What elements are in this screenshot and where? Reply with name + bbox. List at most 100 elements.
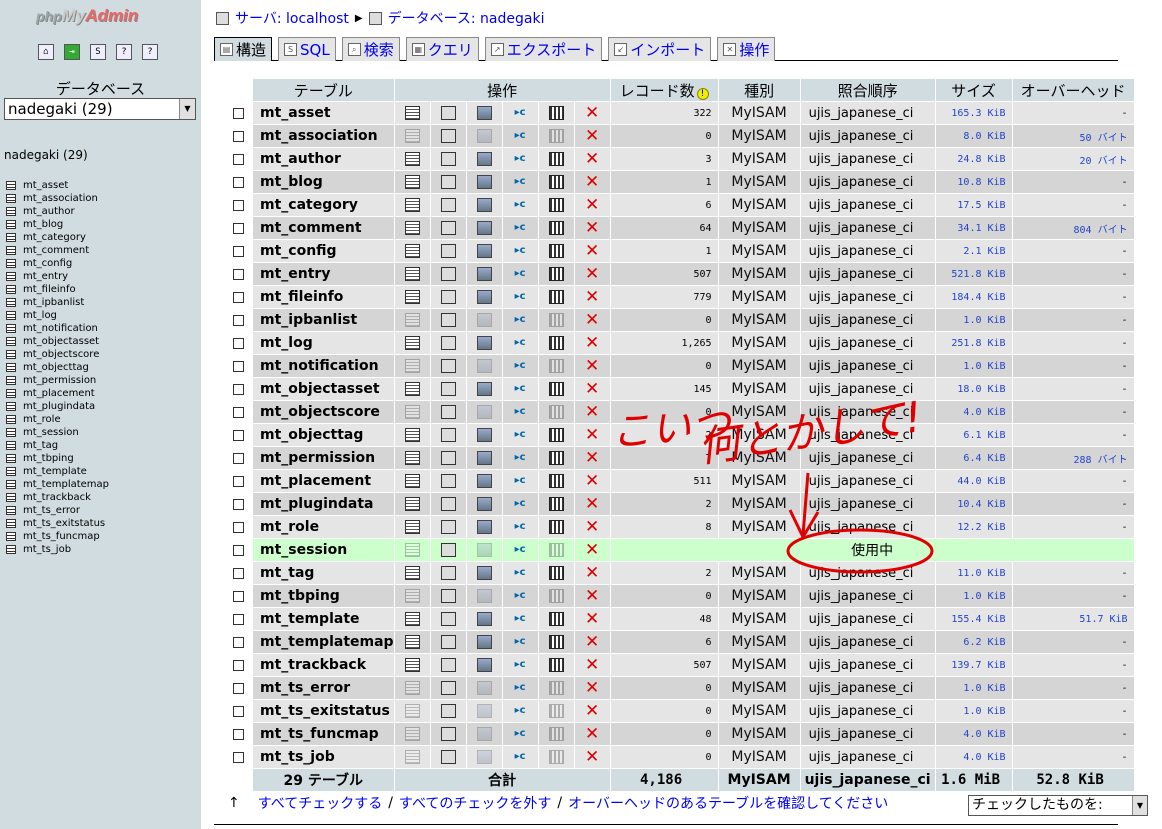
row-checkbox[interactable] xyxy=(232,245,244,257)
tab-export[interactable]: ↗ エクスポート xyxy=(484,37,603,61)
browse-icon[interactable] xyxy=(404,152,420,166)
search-icon[interactable] xyxy=(476,290,492,304)
structure-icon[interactable] xyxy=(440,267,456,281)
row-checkbox[interactable] xyxy=(232,337,244,349)
sidebar-table-item[interactable]: mt_notification xyxy=(6,322,109,335)
sidebar-table-label[interactable]: mt_notification xyxy=(23,322,98,335)
empty-icon[interactable] xyxy=(548,428,564,442)
sidebar-table-label[interactable]: mt_templatemap xyxy=(23,478,109,491)
sidebar-table-label[interactable]: mt_ts_exitstatus xyxy=(23,517,105,530)
insert-icon[interactable]: ▸c xyxy=(513,750,528,764)
insert-icon[interactable]: ▸c xyxy=(513,474,528,488)
structure-icon[interactable] xyxy=(440,635,456,649)
insert-icon[interactable]: ▸c xyxy=(513,129,528,143)
table-size[interactable]: 10.4 KiB xyxy=(935,493,1012,515)
table-overhead[interactable]: 288 バイト xyxy=(1012,447,1134,469)
row-checkbox[interactable] xyxy=(232,130,244,142)
row-checkbox[interactable] xyxy=(232,107,244,119)
drop-icon[interactable]: ✕ xyxy=(585,473,600,490)
row-checkbox[interactable] xyxy=(232,153,244,165)
sidebar-table-item[interactable]: mt_role xyxy=(6,413,109,426)
empty-icon[interactable] xyxy=(548,405,564,419)
sidebar-table-label[interactable]: mt_role xyxy=(23,413,61,426)
help-icon[interactable]: ? xyxy=(116,44,132,60)
table-size[interactable]: 184.4 KiB xyxy=(935,286,1012,308)
sidebar-table-label[interactable]: mt_objecttag xyxy=(23,361,89,374)
empty-icon[interactable] xyxy=(548,336,564,350)
structure-icon[interactable] xyxy=(440,313,456,327)
insert-icon[interactable]: ▸c xyxy=(513,336,528,350)
browse-icon[interactable] xyxy=(404,336,420,350)
check-overhead-link[interactable]: オーバーヘッドのあるテーブルを確認してください xyxy=(568,793,888,813)
structure-icon[interactable] xyxy=(440,727,456,741)
table-size[interactable]: 165.3 KiB xyxy=(935,102,1012,124)
structure-icon[interactable] xyxy=(440,244,456,258)
structure-icon[interactable] xyxy=(440,106,456,120)
table-name[interactable]: mt_comment xyxy=(253,217,394,239)
sidebar-table-label[interactable]: mt_tbping xyxy=(23,452,74,465)
empty-icon[interactable] xyxy=(548,727,564,741)
empty-icon[interactable] xyxy=(548,520,564,534)
structure-icon[interactable] xyxy=(440,497,456,511)
insert-icon[interactable]: ▸c xyxy=(513,359,528,373)
sidebar-table-label[interactable]: mt_ts_funcmap xyxy=(23,530,100,543)
browse-icon[interactable] xyxy=(404,589,420,603)
row-checkbox[interactable] xyxy=(232,176,244,188)
insert-icon[interactable]: ▸c xyxy=(513,658,528,672)
search-icon[interactable] xyxy=(476,681,492,695)
search-icon[interactable] xyxy=(476,382,492,396)
sidebar-table-label[interactable]: mt_permission xyxy=(23,374,96,387)
table-size[interactable]: 6.4 KiB xyxy=(935,447,1012,469)
insert-icon[interactable]: ▸c xyxy=(513,589,528,603)
search-icon[interactable] xyxy=(476,359,492,373)
drop-icon[interactable]: ✕ xyxy=(585,611,600,628)
empty-icon[interactable] xyxy=(548,658,564,672)
sidebar-table-item[interactable]: mt_permission xyxy=(6,374,109,387)
row-checkbox[interactable] xyxy=(232,406,244,418)
drop-icon[interactable]: ✕ xyxy=(585,151,600,168)
insert-icon[interactable]: ▸c xyxy=(513,221,528,235)
browse-icon[interactable] xyxy=(404,221,420,235)
row-checkbox[interactable] xyxy=(232,452,244,464)
table-icon[interactable] xyxy=(6,545,16,554)
sidebar-table-item[interactable]: mt_comment xyxy=(6,244,109,257)
table-icon[interactable] xyxy=(6,298,16,307)
search-icon[interactable] xyxy=(476,727,492,741)
table-size[interactable]: 6.2 KiB xyxy=(935,631,1012,653)
drop-icon[interactable]: ✕ xyxy=(585,749,600,766)
browse-icon[interactable] xyxy=(404,382,420,396)
uncheck-all-link[interactable]: すべてのチェックを外す xyxy=(399,793,551,813)
table-icon[interactable] xyxy=(6,415,16,424)
table-icon[interactable] xyxy=(6,181,16,190)
search-icon[interactable] xyxy=(476,566,492,580)
table-size[interactable]: 251.8 KiB xyxy=(935,332,1012,354)
table-size[interactable]: 521.8 KiB xyxy=(935,263,1012,285)
empty-icon[interactable] xyxy=(548,106,564,120)
sidebar-table-item[interactable]: mt_plugindata xyxy=(6,400,109,413)
table-size[interactable]: 4.0 KiB xyxy=(935,746,1012,768)
row-checkbox[interactable] xyxy=(232,222,244,234)
table-icon[interactable] xyxy=(6,272,16,281)
table-name[interactable]: mt_ts_job xyxy=(253,746,394,768)
table-name[interactable]: mt_author xyxy=(253,148,394,170)
sidebar-table-label[interactable]: mt_ts_error xyxy=(23,504,80,517)
sidebar-table-item[interactable]: mt_templatemap xyxy=(6,478,109,491)
drop-icon[interactable]: ✕ xyxy=(585,634,600,651)
drop-icon[interactable]: ✕ xyxy=(585,588,600,605)
table-icon[interactable] xyxy=(6,324,16,333)
browse-icon[interactable] xyxy=(404,658,420,672)
browse-icon[interactable] xyxy=(404,175,420,189)
table-size[interactable]: 4.0 KiB xyxy=(935,401,1012,423)
sidebar-table-label[interactable]: mt_placement xyxy=(23,387,95,400)
table-overhead[interactable]: 51.7 KiB xyxy=(1012,608,1134,630)
table-size[interactable]: 155.4 KiB xyxy=(935,608,1012,630)
sidebar-table-label[interactable]: mt_ipbanlist xyxy=(23,296,84,309)
empty-icon[interactable] xyxy=(548,497,564,511)
table-name[interactable]: mt_trackback xyxy=(253,654,394,676)
table-size[interactable]: 6.1 KiB xyxy=(935,424,1012,446)
table-name[interactable]: mt_tbping xyxy=(253,585,394,607)
structure-icon[interactable] xyxy=(440,750,456,764)
drop-icon[interactable]: ✕ xyxy=(585,680,600,697)
row-checkbox[interactable] xyxy=(232,429,244,441)
drop-icon[interactable]: ✕ xyxy=(585,197,600,214)
